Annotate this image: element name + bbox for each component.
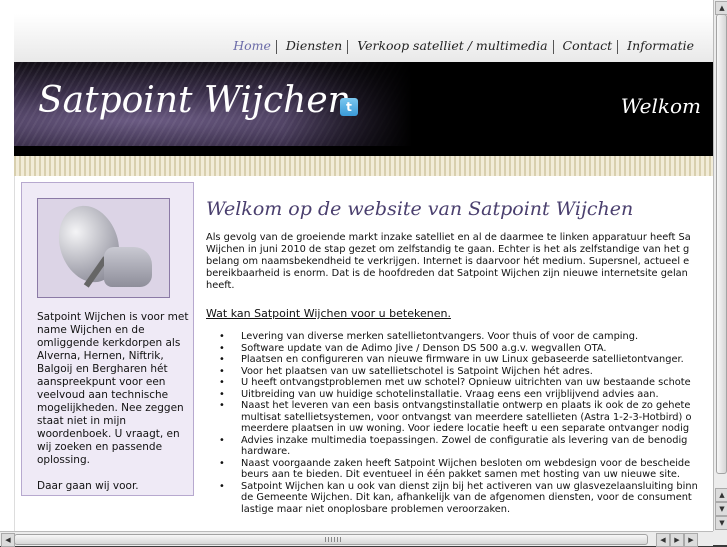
- nav-informatie[interactable]: Informatie: [622, 38, 699, 53]
- nav-home[interactable]: Home: [228, 38, 276, 53]
- horizontal-scrollbar[interactable]: ◀ ◀ ▶ ▶: [0, 531, 713, 547]
- main-nav: Home Diensten Verkoop satelliet / multim…: [228, 38, 699, 54]
- sidebar-text: Satpoint Wijchen is voor met name Wijche…: [37, 311, 197, 506]
- list-item-line: meerdere plaatsen in uw woning. Voor ied…: [241, 423, 690, 434]
- services-heading: Wat kan Satpoint Wijchen voor u betekene…: [206, 307, 451, 320]
- list-item: Naast het leveren van een basis ontvangs…: [219, 400, 713, 435]
- intro-line: Wijchen in juni 2010 de stap gezet om ze…: [206, 244, 690, 255]
- list-item: Voor het plaatsen van uw satellietschote…: [219, 365, 713, 378]
- list-item-line: de Gemeente Wijchen. Dit kan, afhankelij…: [241, 492, 692, 503]
- site-title: Satpoint Wijchen: [38, 80, 351, 121]
- list-item-line: hardware.: [241, 446, 291, 457]
- vertical-scroll-thumb[interactable]: [716, 14, 727, 474]
- nav-verkoop[interactable]: Verkoop satelliet / multimedia: [352, 38, 552, 53]
- list-item-line: lastige maar niet onoplosbare problemen …: [241, 503, 511, 515]
- decorative-stripes: [14, 156, 713, 176]
- nav-separator: [552, 39, 554, 54]
- top-navigation-bar: Home Diensten Verkoop satelliet / multim…: [14, 14, 713, 63]
- browser-viewport: Home Diensten Verkoop satelliet / multim…: [0, 0, 713, 531]
- vertical-scrollbar[interactable]: ▲ ▲ ▼ ▼: [713, 0, 727, 531]
- sidebar-paragraph: Daar gaan wij voor.: [37, 480, 139, 492]
- intro-paragraph: Als gevolg van de groeiende markt inzake…: [206, 232, 713, 292]
- scroll-down-arrow-icon[interactable]: ▼: [715, 502, 727, 516]
- sidebar-paragraph: Satpoint Wijchen is voor met name Wijche…: [37, 311, 189, 466]
- scrollbar-corner: [713, 531, 727, 545]
- list-item-line: Software update van de Adimo Jive / Dens…: [241, 342, 607, 354]
- intro-line: Als gevolg van de groeiende markt inzake…: [206, 232, 691, 243]
- main-article: Welkom op de website van Satpoint Wijche…: [206, 198, 713, 515]
- nav-separator: [347, 39, 349, 54]
- scroll-grip-icon: [325, 537, 341, 542]
- list-item-line: Naast voorgaande zaken heeft Satpoint Wi…: [241, 457, 691, 469]
- nav-diensten[interactable]: Diensten: [281, 38, 347, 53]
- satellite-dish-image: [37, 198, 170, 298]
- nav-separator: [617, 39, 619, 54]
- list-item: Plaatsen en configureren van nieuwe firm…: [219, 354, 713, 366]
- intro-line: bereikbaarheid is enorm. Dat is de hoofd…: [206, 268, 688, 279]
- receiver-shape: [104, 247, 152, 287]
- nav-separator: [275, 39, 277, 54]
- list-item: Uitbreiding van uw huidige schotelinstal…: [219, 388, 713, 401]
- list-item: U heeft ontvangstproblemen met uw schote…: [219, 377, 713, 389]
- list-item: Software update van de Adimo Jive / Dens…: [219, 342, 713, 355]
- intro-line: belang om naamsbekendheid te verkrijgen.…: [206, 256, 690, 267]
- list-item-line: Voor het plaatsen van uw satellietschote…: [241, 365, 593, 377]
- nav-contact[interactable]: Contact: [558, 38, 618, 53]
- scroll-up-arrow-icon[interactable]: ▲: [715, 1, 727, 15]
- list-item: Levering van diverse merken satellietont…: [219, 331, 713, 343]
- scroll-up-arrow-icon[interactable]: ▲: [715, 488, 727, 502]
- intro-line: heeft.: [206, 280, 235, 291]
- twitter-icon[interactable]: t: [340, 98, 358, 116]
- list-item: Satpoint Wijchen kan u ook van dienst zi…: [219, 480, 713, 516]
- list-item-line: Levering van diverse merken satellietont…: [241, 331, 639, 342]
- list-item-line: beurs aan te bieden. Dit eventueel in éé…: [241, 469, 681, 480]
- page-title: Welkom op de website van Satpoint Wijche…: [206, 198, 634, 220]
- list-item-line: Naast het leveren van een basis ontvangs…: [241, 400, 691, 411]
- list-item-line: Satpoint Wijchen kan u ook van dienst zi…: [241, 480, 698, 492]
- scroll-down-arrow-icon[interactable]: ▼: [715, 516, 727, 530]
- list-item-line: Advies inzake multimedia toepassingen. Z…: [241, 434, 688, 446]
- sidebar-box: Satpoint Wijchen is voor met name Wijche…: [21, 182, 194, 496]
- list-item: Naast voorgaande zaken heeft Satpoint Wi…: [219, 457, 713, 481]
- list-item-line: Uitbreiding van uw huidige schotelinstal…: [241, 388, 659, 400]
- page-content: Satpoint Wijchen is voor met name Wijche…: [14, 176, 713, 531]
- list-item-line: multisat satellietsystemen, voor ontvang…: [241, 411, 692, 423]
- horizontal-scroll-thumb[interactable]: [14, 534, 648, 545]
- list-item: Advies inzake multimedia toepassingen. Z…: [219, 434, 713, 458]
- banner-divider: [14, 146, 713, 156]
- list-item-line: U heeft ontvangstproblemen met uw schote…: [241, 377, 691, 388]
- site-banner: Satpoint Wijchen t Welkom: [14, 62, 713, 146]
- banner-welkom: Welkom: [620, 94, 701, 118]
- list-item-line: Plaatsen en configureren van nieuwe firm…: [241, 354, 684, 365]
- services-list: Levering van diverse merken satellietont…: [206, 331, 713, 515]
